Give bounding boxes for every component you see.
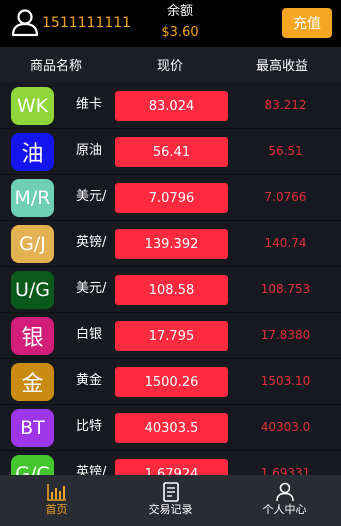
nav-profile[interactable]: 个人中心 xyxy=(228,475,341,526)
user-icon[interactable] xyxy=(10,7,40,37)
nav-trade-records-label: 交易记录 xyxy=(148,503,193,516)
nav-home-label: 首页 xyxy=(45,503,68,516)
product-row[interactable]: 金 黄金 1500.26 1503.10 xyxy=(0,359,341,405)
price-button[interactable]: 108.58 xyxy=(115,275,228,305)
document-icon xyxy=(162,482,179,502)
product-name: 英镑/ xyxy=(76,235,107,250)
product-name: 美元/ xyxy=(76,189,107,204)
product-badge: M/R xyxy=(11,179,54,217)
product-name: 原油 xyxy=(76,143,103,158)
product-badge: U/G xyxy=(11,271,54,309)
product-badge: WK xyxy=(11,87,54,125)
user-phone: 1511111111 xyxy=(42,15,132,31)
column-header-price: 现价 xyxy=(157,59,184,74)
highest-return: 40303.0 xyxy=(260,420,311,434)
price-button[interactable]: 7.0796 xyxy=(115,183,228,213)
price-button[interactable]: 1.67924 xyxy=(115,459,228,475)
highest-return: 17.8380 xyxy=(260,328,311,342)
price-button[interactable]: 1500.26 xyxy=(115,367,228,397)
product-badge: BT xyxy=(11,409,54,447)
highest-return: 140.74 xyxy=(264,236,307,250)
product-badge: G/C xyxy=(11,455,54,475)
product-badge: 银 xyxy=(11,317,54,355)
price-button[interactable]: 17.795 xyxy=(115,321,228,351)
price-button[interactable]: 56.41 xyxy=(115,137,228,167)
highest-return: 108.753 xyxy=(260,282,311,296)
product-row[interactable]: U/G 美元/108.58 108.753 xyxy=(0,267,341,313)
highest-return: 7.0766 xyxy=(264,190,307,204)
product-row[interactable]: BT 比特 40303.5 40303.0 xyxy=(0,405,341,451)
highest-return: 83.212 xyxy=(264,98,307,112)
product-row[interactable]: G/J 英镑/139.392 140.74 xyxy=(0,221,341,267)
highest-return: 1.69331 xyxy=(260,466,311,475)
top-header: 1511111111 余额 $3.60 充值 xyxy=(0,0,341,47)
product-row[interactable]: G/C 英镑/1.67924 1.69331 xyxy=(0,451,341,475)
highest-return: 56.51 xyxy=(268,144,303,158)
product-badge: 金 xyxy=(11,363,54,401)
balance-value: $3.60 xyxy=(161,25,199,40)
price-button[interactable]: 40303.5 xyxy=(115,413,228,443)
bottom-nav: 首页 交易记录 个人中心 xyxy=(0,475,341,526)
product-list: WK 维卡 83.024 83.212 油 原油 56.41 56.51 M/R 美元/7.079… xyxy=(0,83,341,475)
nav-home[interactable]: 首页 xyxy=(0,475,113,526)
product-row[interactable]: WK 维卡 83.024 83.212 xyxy=(0,83,341,129)
nav-trade-records[interactable]: 交易记录 xyxy=(114,475,227,526)
nav-profile-label: 个人中心 xyxy=(262,503,307,516)
product-badge: G/J xyxy=(11,225,54,263)
balance-label: 余额 xyxy=(166,4,193,19)
product-row[interactable]: M/R 美元/7.0796 7.0766 xyxy=(0,175,341,221)
product-name: 黄金 xyxy=(76,373,103,388)
product-name: 比特 xyxy=(76,419,103,434)
price-button[interactable]: 83.024 xyxy=(115,91,228,121)
highest-return: 1503.10 xyxy=(260,374,311,388)
column-header-high: 最高收益 xyxy=(256,59,309,74)
recharge-button[interactable]: 充值 xyxy=(282,8,332,38)
chart-icon xyxy=(46,484,66,501)
product-name: 英镑/ xyxy=(76,465,107,475)
product-row[interactable]: 银 白银 17.795 17.8380 xyxy=(0,313,341,359)
column-headers: 商品名称 现价 最高收益 xyxy=(0,55,341,79)
product-row[interactable]: 油 原油 56.41 56.51 xyxy=(0,129,341,175)
product-name: 维卡 xyxy=(76,97,103,112)
product-name: 白银 xyxy=(76,327,103,342)
product-name: 美元/ xyxy=(76,281,107,296)
person-icon xyxy=(275,482,294,502)
price-button[interactable]: 139.392 xyxy=(115,229,228,259)
column-header-name: 商品名称 xyxy=(30,59,83,74)
product-badge: 油 xyxy=(11,133,54,171)
